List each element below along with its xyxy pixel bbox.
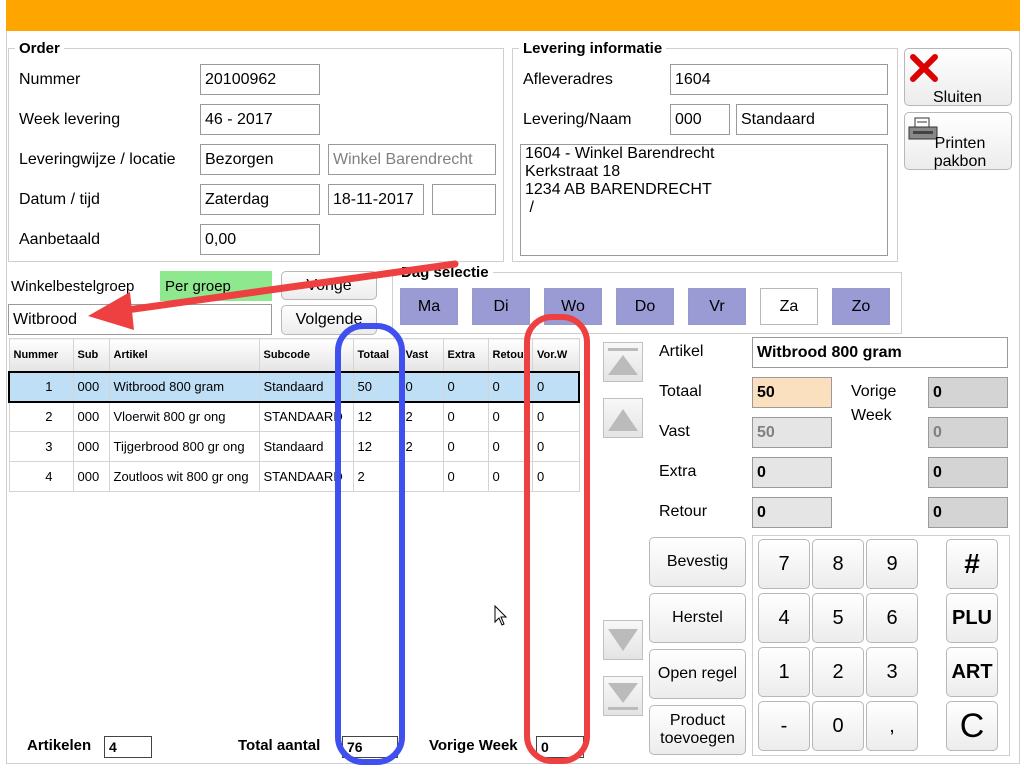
mouse-cursor-icon: [494, 605, 508, 626]
annotation-arrow-icon: [88, 260, 459, 330]
